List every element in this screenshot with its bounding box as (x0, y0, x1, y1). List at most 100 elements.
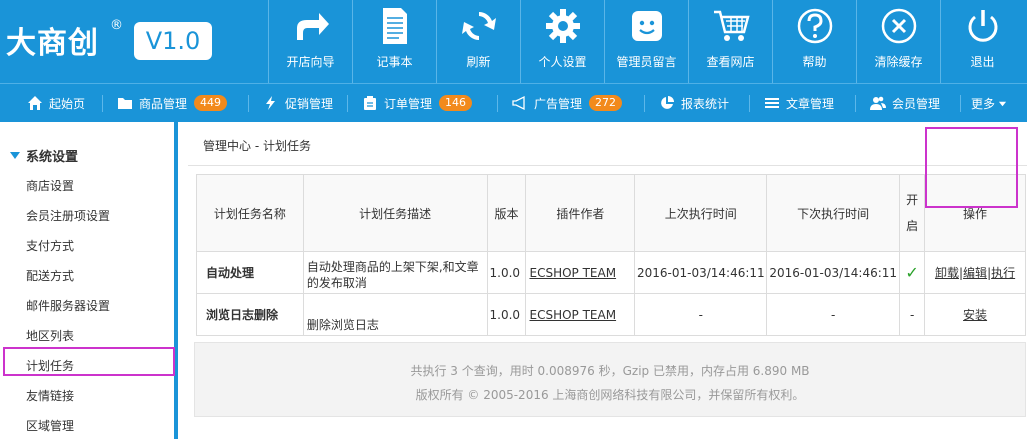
uninstall-link[interactable]: 卸载 (935, 266, 959, 280)
toolbar-label: 开店向导 (286, 55, 335, 69)
last-run-time: 2016-01-03/14:46:11 (634, 251, 768, 294)
table-row: 浏览日志删除 删除浏览日志 1.0.0 ECSHOP TEAM - - - 安装 (196, 293, 1026, 336)
nav-item-articles[interactable]: 文章管理 (764, 84, 834, 122)
nav-item-products[interactable]: 商品管理 449 (117, 84, 228, 122)
nav-item-promotions[interactable]: 促销管理 (263, 84, 333, 122)
nav-item-home[interactable]: 起始页 (27, 84, 85, 122)
folder-icon (118, 98, 132, 109)
sidebar-item-shipping[interactable]: 配送方式 (26, 267, 74, 284)
edit-link[interactable]: 编辑 (963, 266, 987, 280)
sidebar-item-area-management[interactable]: 区域管理 (26, 417, 74, 434)
actions-highlight (925, 127, 1018, 208)
sidebar: 系统设置 商店设置 会员注册项设置 支付方式 配送方式 邮件服务器设置 地区列表… (0, 122, 178, 439)
sidebar-section-label: 系统设置 (26, 150, 79, 165)
megaphone-icon (512, 95, 525, 111)
sidebar-item-friend-links[interactable]: 友情链接 (26, 387, 74, 404)
toolbar-button-help[interactable]: 帮助 (772, 0, 856, 83)
toolbar-label: 退出 (970, 55, 995, 69)
count-badge: 272 (589, 95, 623, 111)
nav-divider (855, 95, 856, 112)
power-icon (968, 10, 998, 42)
query-stats: 共执行 3 个查询，用时 0.008976 秒，Gzip 已禁用，内存占用 6.… (410, 364, 810, 378)
column-header: 上次执行时间 (634, 174, 768, 252)
toolbar-button-settings[interactable]: 个人设置 (520, 0, 604, 83)
copyright: 版权所有 © 2005-2016 上海商创网络科技有限公司，并保留所有权利。 (415, 388, 805, 402)
caret-down-icon (10, 152, 20, 159)
notepad-icon (383, 8, 407, 44)
toolbar-label: 帮助 (802, 55, 827, 69)
toolbar-label: 查看网店 (706, 55, 755, 69)
logo: 大商创 ® V1.0 (0, 0, 268, 83)
count-badge: 146 (439, 95, 473, 111)
toolbar-button-clear-cache[interactable]: 清除缓存 (856, 0, 940, 83)
count-badge: 449 (194, 95, 228, 111)
task-author: ECSHOP TEAM (525, 293, 636, 336)
sidebar-item-mail-server[interactable]: 邮件服务器设置 (26, 297, 110, 314)
help-icon (797, 8, 833, 44)
list-icon (765, 98, 779, 108)
last-run-time: - (634, 293, 768, 336)
breadcrumb-root[interactable]: 管理中心 (203, 139, 251, 153)
breadcrumb: 管理中心 - 计划任务 (203, 137, 311, 154)
toolbar-button-messages[interactable]: 管理员留言 (604, 0, 688, 83)
table-row: 自动处理 自动处理商品的上架下架,和文章的发布取消 1.0.0 ECSHOP T… (196, 251, 1026, 294)
nav-divider (497, 95, 498, 112)
close-circle-icon (881, 8, 917, 44)
nav-item-members[interactable]: 会员管理 (870, 84, 940, 122)
nav-item-reports[interactable]: 报表统计 (659, 84, 729, 122)
author-link[interactable]: ECSHOP TEAM (529, 266, 616, 280)
enabled-cell: - (899, 293, 926, 336)
task-name: 浏览日志删除 (196, 293, 304, 336)
share-arrow-icon (297, 13, 329, 40)
task-description: 自动处理商品的上架下架,和文章的发布取消 (302, 251, 488, 294)
check-icon[interactable]: ✓ (905, 263, 918, 282)
column-header: 插件作者 (525, 174, 636, 252)
column-header: 开启 (899, 174, 926, 252)
toolbar-label: 记事本 (376, 55, 413, 69)
next-run-time: - (766, 293, 901, 336)
nav-item-orders[interactable]: 订单管理 146 (362, 84, 473, 122)
toolbar: 开店向导 记事本 刷新 个人设置 管理员留言 查看网店 帮助 清除缓存 退出 (268, 0, 1024, 83)
cart-icon (714, 10, 750, 41)
toolbar-label: 清除缓存 (874, 55, 923, 69)
next-run-time: 2016-01-03/14:46:11 (766, 251, 901, 294)
nav-label: 报表统计 (681, 96, 730, 111)
actions-cell: 卸载|编辑|执行 (924, 251, 1026, 294)
toolbar-label: 刷新 (466, 55, 491, 69)
nav-divider (749, 95, 750, 112)
nav-divider (347, 95, 348, 112)
toolbar-button-notepad[interactable]: 记事本 (352, 0, 436, 83)
sidebar-section-title[interactable]: 系统设置 (10, 146, 78, 165)
nav-label: 起始页 (49, 96, 86, 111)
sidebar-item-store-settings[interactable]: 商店设置 (26, 177, 74, 194)
brand-name: 大商创 (6, 26, 99, 61)
task-description: 删除浏览日志 (302, 293, 488, 336)
main-nav: 起始页 商品管理 449 促销管理 订单管理 146 广告管理 272 报表统计… (0, 83, 1027, 122)
breadcrumb-current: 计划任务 (262, 139, 311, 153)
toolbar-button-view-store[interactable]: 查看网店 (688, 0, 772, 83)
nav-divider (960, 95, 961, 112)
smiley-icon (632, 11, 662, 41)
sidebar-item-regions[interactable]: 地区列表 (26, 327, 74, 344)
divider (188, 165, 1027, 166)
task-author: ECSHOP TEAM (525, 251, 636, 294)
nav-divider (248, 95, 249, 112)
install-link[interactable]: 安装 (963, 308, 987, 322)
run-link[interactable]: 执行 (991, 266, 1015, 280)
breadcrumb-separator: - (251, 139, 263, 153)
toolbar-label: 管理员留言 (616, 55, 677, 69)
nav-label: 更多 (971, 96, 996, 111)
toolbar-button-refresh[interactable]: 刷新 (436, 0, 520, 83)
toolbar-label: 个人设置 (538, 55, 587, 69)
refresh-icon (462, 12, 496, 40)
nav-item-ads[interactable]: 广告管理 272 (512, 84, 623, 122)
toolbar-button-wizard[interactable]: 开店向导 (268, 0, 352, 83)
toolbar-button-logout[interactable]: 退出 (940, 0, 1024, 83)
task-version: 1.0.0 (486, 293, 527, 336)
main-content: 管理中心 - 计划任务 计划任务名称 计划任务描述 版本 插件作者 上次执行时间… (178, 122, 1027, 439)
task-version: 1.0.0 (486, 251, 527, 294)
author-link[interactable]: ECSHOP TEAM (529, 308, 616, 322)
sidebar-item-member-registration[interactable]: 会员注册项设置 (26, 207, 110, 224)
nav-item-more[interactable]: 更多 (971, 84, 1007, 122)
sidebar-item-payment[interactable]: 支付方式 (26, 237, 74, 254)
